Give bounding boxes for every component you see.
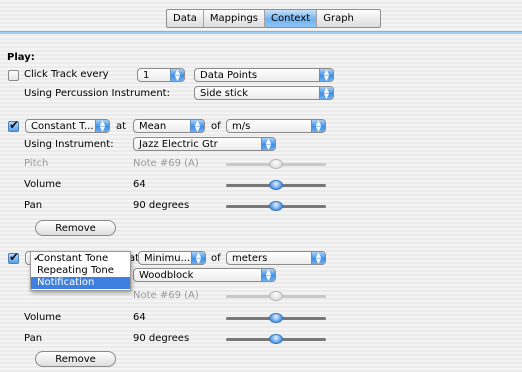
tone-2-pitch-value: Note #69 (A): [133, 290, 199, 301]
tone-1-type-value: Constant T...: [31, 121, 94, 132]
chevron-updown-icon: ▲▼: [261, 269, 275, 281]
chevron-updown-icon: ▲▼: [311, 252, 325, 264]
tone-1-instrument-value: Jazz Electric Gtr: [139, 139, 218, 150]
tone-1-type-select[interactable]: Constant T... ▲ ▼: [25, 119, 110, 133]
tone-2-of-label: of: [211, 253, 221, 264]
tab-data[interactable]: Data: [167, 10, 204, 27]
tone-2-volume-label: Volume: [24, 312, 62, 323]
tone-1-pan-label: Pan: [24, 200, 43, 211]
tone-2-pan-slider-knob[interactable]: [269, 334, 283, 344]
chevron-updown-icon: ▲▼: [261, 138, 275, 150]
tone-2-stat-value: Minimu...: [144, 253, 191, 264]
chevron-updown-icon: ▲▼: [95, 120, 109, 132]
chevron-updown-icon: ▲▼: [191, 252, 205, 264]
percussion-label: Using Percussion Instrument:: [24, 88, 170, 99]
tone-2-unit-select[interactable]: meters ▲ ▼: [226, 251, 326, 265]
tone-1-volume-slider-knob[interactable]: [269, 180, 283, 190]
tone-1-volume-label: Volume: [24, 179, 62, 190]
tone-2-volume-value: 64: [133, 312, 146, 323]
tone-2-pan-label: Pan: [24, 333, 43, 344]
tone-2-pitch-slider-knob: [269, 291, 283, 301]
tone-1-instrument-label: Using Instrument:: [24, 139, 114, 150]
tone-2-remove-button[interactable]: Remove: [35, 351, 116, 367]
menu-item-label: Constant Tone: [37, 253, 109, 264]
menu-item-notification[interactable]: Notification: [31, 277, 130, 289]
tone-2-instrument-value: Woodblock: [139, 270, 194, 281]
checkmark-icon: ✓: [33, 253, 42, 264]
tone-1-of-label: of: [211, 121, 221, 132]
tone-1-enable-checkbox[interactable]: [8, 118, 19, 132]
tone-2-pan-value: 90 degrees: [133, 333, 190, 344]
tone-1-unit-select[interactable]: m/s ▲ ▼: [226, 119, 326, 133]
tab-mappings[interactable]: Mappings: [204, 10, 266, 27]
chevron-updown-icon: ▲▼: [319, 87, 333, 99]
tone-1-instrument-select[interactable]: Jazz Electric Gtr ▲ ▼: [133, 137, 276, 151]
tone-1-pitch-label: Pitch: [24, 158, 49, 169]
click-track-interval-select[interactable]: 1 ▲ ▼: [137, 68, 185, 82]
tone-1-volume-value: 64: [133, 179, 146, 190]
chevron-updown-icon: ▲▼: [190, 120, 204, 132]
menu-item-label: Notification: [37, 277, 95, 288]
click-track-checkbox[interactable]: [8, 70, 19, 81]
tone-2-stat-select[interactable]: Minimu... ▲ ▼: [138, 251, 206, 265]
tone-1-stat-select[interactable]: Mean ▲ ▼: [133, 119, 205, 133]
tab-divider: [0, 31, 522, 34]
tone-1-at-label: at: [116, 121, 127, 132]
click-track-unit-select[interactable]: Data Points ▲ ▼: [194, 68, 334, 82]
percussion-instrument-value: Side stick: [200, 88, 249, 99]
tab-graph[interactable]: Graph: [317, 10, 380, 27]
chevron-updown-icon: ▲▼: [311, 120, 325, 132]
click-track-unit-value: Data Points: [200, 70, 258, 81]
tone-1-pan-value: 90 degrees: [133, 200, 190, 211]
tone-2-volume-slider-knob[interactable]: [269, 313, 283, 323]
tone-1-pitch-value: Note #69 (A): [133, 158, 199, 169]
chevron-updown-icon: ▲▼: [170, 69, 184, 81]
tab-context[interactable]: Context: [265, 10, 318, 27]
menu-item-repeating-tone[interactable]: Repeating Tone: [31, 265, 130, 277]
tone-1-pan-slider-knob[interactable]: [269, 201, 283, 211]
tone-2-enable-checkbox[interactable]: [8, 250, 19, 264]
tone-1-pitch-slider-knob: [269, 159, 283, 169]
tab-bar: Data Mappings Context Graph: [166, 9, 381, 28]
tone-type-menu: ✓ Constant Tone Repeating Tone Notificat…: [30, 251, 131, 291]
tone-2-unit-value: meters: [232, 253, 268, 264]
menu-item-label: Repeating Tone: [37, 265, 114, 276]
menu-item-constant-tone[interactable]: ✓ Constant Tone: [31, 253, 130, 265]
click-track-label: Click Track every: [24, 69, 109, 80]
tone-1-unit-value: m/s: [232, 121, 251, 132]
percussion-instrument-select[interactable]: Side stick ▲ ▼: [194, 86, 334, 100]
click-track-interval-value: 1: [143, 70, 150, 81]
chevron-updown-icon: ▲▼: [319, 69, 333, 81]
play-heading: Play:: [7, 52, 35, 63]
tone-2-instrument-select[interactable]: Woodblock ▲ ▼: [133, 268, 276, 282]
tone-1-stat-value: Mean: [139, 121, 167, 132]
tone-1-remove-button[interactable]: Remove: [35, 220, 116, 236]
